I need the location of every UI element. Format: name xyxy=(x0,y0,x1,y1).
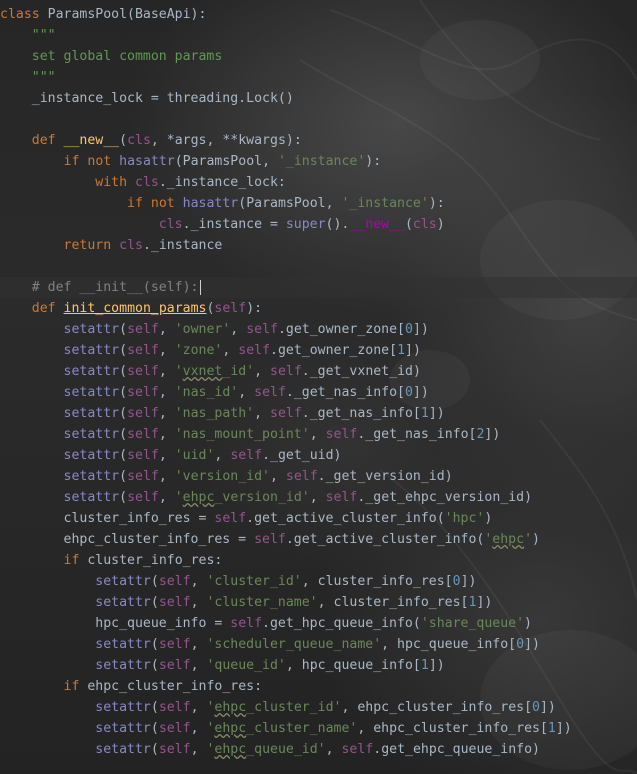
code-line[interactable]: setattr(self, 'version_id', self._get_ve… xyxy=(0,466,453,487)
code-line[interactable]: hpc_queue_info = self.get_hpc_queue_info… xyxy=(0,613,532,634)
code-line[interactable]: def __new__(cls, *args, **kwargs): xyxy=(0,130,302,151)
code-line[interactable]: setattr(self, 'queue_id', hpc_queue_info… xyxy=(0,655,444,676)
code-line[interactable]: setattr(self, 'ehpc_cluster_id', ehpc_cl… xyxy=(0,697,556,718)
code-line[interactable]: _instance_lock = threading.Lock() xyxy=(0,88,294,109)
code-line[interactable]: if cluster_info_res: xyxy=(0,550,223,571)
code-line[interactable]: def init_common_params(self): xyxy=(0,298,262,319)
code-line[interactable]: if not hasattr(ParamsPool, '_instance'): xyxy=(0,193,445,214)
text-caret xyxy=(199,279,201,295)
code-line[interactable]: cls._instance = super().__new__(cls) xyxy=(0,214,445,235)
code-line[interactable]: setattr(self, 'scheduler_queue_name', hp… xyxy=(0,634,540,655)
code-line[interactable]: if not hasattr(ParamsPool, '_instance'): xyxy=(0,151,382,172)
code-line[interactable]: setattr(self, 'owner', self.get_owner_zo… xyxy=(0,319,429,340)
code-line[interactable]: setattr(self, 'nas_mount_point', self._g… xyxy=(0,424,501,445)
code-line[interactable]: setattr(self, 'cluster_id', cluster_info… xyxy=(0,571,476,592)
code-line[interactable]: setattr(self, 'vxnet_id', self._get_vxne… xyxy=(0,361,421,382)
code-line[interactable]: with cls._instance_lock: xyxy=(0,172,286,193)
code-line[interactable]: # def __init__(self): xyxy=(0,277,637,298)
code-line[interactable]: cluster_info_res = self.get_active_clust… xyxy=(0,508,493,529)
code-line[interactable]: set global common params xyxy=(0,46,223,67)
code-line[interactable]: setattr(self, 'zone', self.get_owner_zon… xyxy=(0,340,421,361)
code-line[interactable]: ehpc_cluster_info_res = self.get_active_… xyxy=(0,529,540,550)
code-line[interactable]: class ParamsPool(BaseApi): xyxy=(0,4,206,25)
code-editor[interactable]: class ParamsPool(BaseApi): """ set globa… xyxy=(0,0,637,774)
code-line[interactable]: setattr(self, 'ehpc_queue_id', self.get_… xyxy=(0,739,540,760)
code-line[interactable]: setattr(self, 'ehpc_cluster_name', ehpc_… xyxy=(0,718,571,739)
code-line[interactable]: if ehpc_cluster_info_res: xyxy=(0,676,263,697)
code-line[interactable]: """ xyxy=(0,25,56,46)
code-line[interactable]: setattr(self, 'nas_path', self._get_nas_… xyxy=(0,403,445,424)
code-line[interactable]: setattr(self, 'ehpc_version_id', self._g… xyxy=(0,487,533,508)
code-line[interactable]: return cls._instance xyxy=(0,235,223,256)
code-line[interactable]: setattr(self, 'nas_id', self._get_nas_in… xyxy=(0,382,429,403)
code-line[interactable]: setattr(self, 'uid', self._get_uid) xyxy=(0,445,342,466)
code-line[interactable]: setattr(self, 'cluster_name', cluster_in… xyxy=(0,592,492,613)
code-line[interactable]: """ xyxy=(0,67,56,88)
